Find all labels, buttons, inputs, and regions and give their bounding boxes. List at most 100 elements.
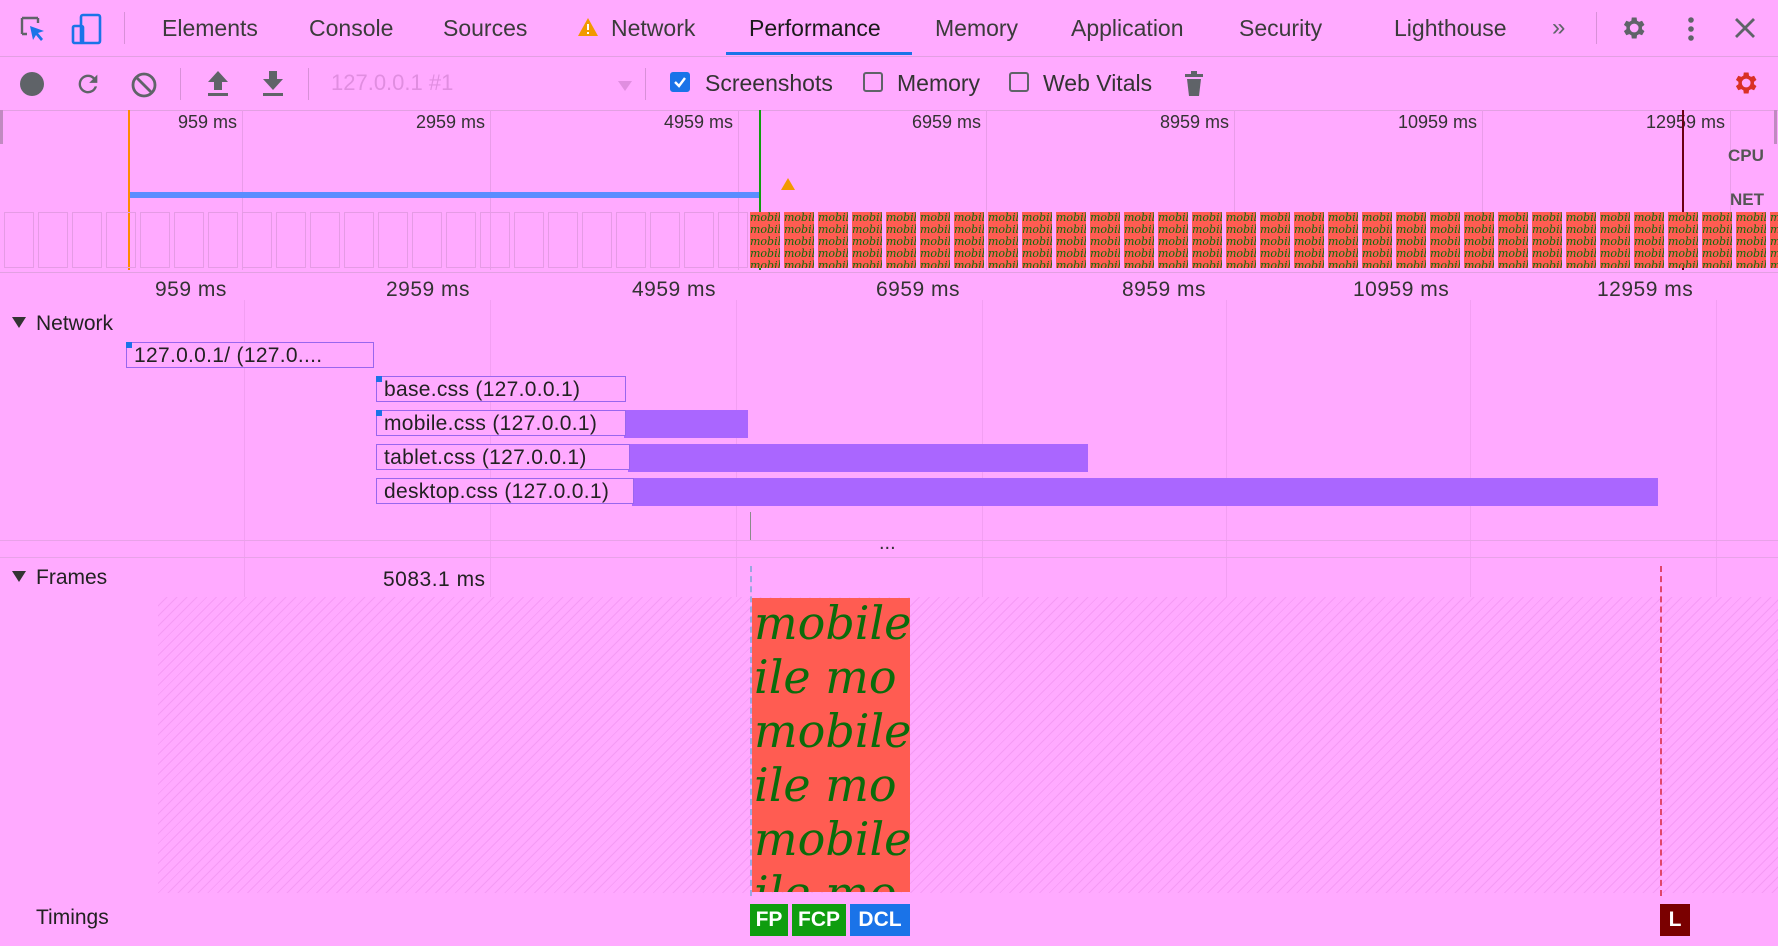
filmstrip-thumbnail[interactable]: mobilemobilemobilemobilemobile (1566, 212, 1596, 268)
filmstrip-thumbnail-text: mobile (818, 235, 848, 248)
filmstrip-thumbnail[interactable]: mobilemobilemobilemobilemobile (1668, 212, 1698, 268)
filmstrip-thumbnail[interactable]: mobilemobilemobilemobilemobile (886, 212, 916, 268)
overview-scrollbar-left[interactable] (0, 110, 3, 144)
network-request-row[interactable]: base.css (127.0.0.1) (376, 376, 626, 404)
screenshots-checkbox[interactable] (670, 72, 690, 92)
load-dashed-line (1660, 566, 1662, 896)
filmstrip-thumbnail-text: mobile (1736, 259, 1766, 268)
web-vitals-label: Web Vitals (1043, 70, 1153, 96)
tab-performance[interactable]: Performance (749, 0, 881, 54)
filmstrip-thumbnail[interactable]: mobilemobilemobilemobilemobile (852, 212, 882, 268)
delete-trash-icon[interactable] (1182, 68, 1206, 103)
filmstrip-thumbnail[interactable]: mobilemobilemobilemobilemobile (1736, 212, 1766, 268)
tab-network[interactable]: Network (611, 0, 695, 54)
filmstrip-thumbnail[interactable]: mobilemobilemobilemobilemobile (1362, 212, 1392, 268)
filmstrip-thumbnail[interactable]: mobilemobilemobilemobilemobile (1634, 212, 1664, 268)
filmstrip-thumbnail[interactable]: mobilemobilemobilemobilemobile (1770, 212, 1778, 268)
filmstrip-thumbnail[interactable]: mobilemobilemobilemobilemobile (1498, 212, 1528, 268)
filmstrip-thumbnail-text: mobile (784, 259, 814, 268)
filmstrip-thumbnail[interactable]: mobilemobilemobilemobilemobile (818, 212, 848, 268)
filmstrip-thumbnail-text: mobile (818, 259, 848, 268)
timing-marker-fp[interactable]: FP (750, 904, 788, 936)
capture-settings-gear-icon[interactable] (1730, 68, 1760, 103)
network-request-row[interactable]: tablet.css (127.0.0.1) (376, 444, 1088, 472)
filmstrip[interactable]: mobilemobilemobilemobilemobilemobilemobi… (0, 210, 1778, 270)
tab-console[interactable]: Console (309, 0, 393, 54)
filmstrip-thumbnail-text: mobile (1634, 235, 1664, 248)
filmstrip-thumbnail[interactable]: mobilemobilemobilemobilemobile (1056, 212, 1086, 268)
filmstrip-thumbnail-text: mobile (886, 212, 916, 224)
filmstrip-thumbnail[interactable]: mobilemobilemobilemobilemobile (920, 212, 950, 268)
more-dots-text[interactable]: ... (879, 532, 896, 555)
filmstrip-thumbnail[interactable]: mobilemobilemobilemobilemobile (1532, 212, 1562, 268)
filmstrip-thumbnail[interactable]: mobilemobilemobilemobilemobile (1702, 212, 1732, 268)
frames-section-header[interactable]: Frames (12, 566, 107, 590)
settings-gear-icon[interactable] (1618, 13, 1648, 48)
network-request-row[interactable]: 127.0.0.1/ (127.0.... (126, 342, 374, 370)
filmstrip-thumbnail-text: mobile (1736, 247, 1766, 260)
timing-marker-fcp[interactable]: FCP (792, 904, 846, 936)
tab-memory[interactable]: Memory (935, 0, 1018, 54)
filmstrip-thumbnail[interactable]: mobilemobilemobilemobilemobile (1260, 212, 1290, 268)
timings-section-title[interactable]: Timings (36, 906, 109, 930)
close-icon[interactable] (1733, 16, 1757, 45)
filmstrip-thumbnail-text: mobile (1464, 259, 1494, 268)
network-section-header[interactable]: Network (12, 312, 113, 336)
overview-scrollbar-right[interactable] (1774, 110, 1777, 144)
filmstrip-thumbnail-text: mobile (1328, 259, 1358, 268)
tab-application[interactable]: Application (1071, 0, 1184, 54)
filmstrip-thumbnail[interactable]: mobilemobilemobilemobilemobile (1192, 212, 1222, 268)
idle-frame-region[interactable] (158, 597, 1778, 893)
profile-select[interactable]: 127.0.0.1 #1 (331, 70, 453, 96)
tab-sources[interactable]: Sources (443, 0, 527, 54)
filmstrip-thumbnail[interactable]: mobilemobilemobilemobilemobile (1396, 212, 1426, 268)
device-toolbar-icon[interactable] (70, 12, 104, 46)
filmstrip-thumbnail[interactable]: mobilemobilemobilemobilemobile (1600, 212, 1630, 268)
filmstrip-thumbnail-text: mobile (886, 223, 916, 236)
filmstrip-thumbnail[interactable]: mobilemobilemobilemobilemobile (1430, 212, 1460, 268)
network-request-row[interactable]: mobile.css (127.0.0.1) (376, 410, 748, 438)
filmstrip-thumbnail[interactable]: mobilemobilemobilemobilemobile (784, 212, 814, 268)
filmstrip-thumbnail-text: mobile (1090, 212, 1120, 224)
filmstrip-thumbnail[interactable]: mobilemobilemobilemobilemobile (954, 212, 984, 268)
filmstrip-thumbnail-text: mobile (784, 223, 814, 236)
filmstrip-thumbnail[interactable]: mobilemobilemobilemobilemobile (1226, 212, 1256, 268)
filmstrip-thumbnail-text: mobile (1396, 259, 1426, 268)
tab-elements[interactable]: Elements (162, 0, 258, 54)
filmstrip-thumbnail-text: mobile (1464, 223, 1494, 236)
filmstrip-thumbnail[interactable]: mobilemobilemobilemobilemobile (750, 212, 780, 268)
reload-icon[interactable] (74, 70, 102, 103)
network-request-row[interactable]: desktop.css (127.0.0.1) (376, 478, 1658, 506)
more-tabs-chevron-icon[interactable]: » (1552, 14, 1565, 42)
filmstrip-empty-frame (4, 212, 34, 268)
download-icon[interactable] (259, 68, 287, 103)
filmstrip-thumbnail[interactable]: mobilemobilemobilemobilemobile (1158, 212, 1188, 268)
filmstrip-thumbnail-text: mobile (1736, 235, 1766, 248)
timing-marker-load[interactable]: L (1660, 904, 1690, 936)
frame-screenshot[interactable]: mobile ile mo mobile ile mo mobile ile m… (752, 598, 910, 892)
filmstrip-thumbnail-text: mobile (1158, 212, 1188, 224)
inspect-element-icon[interactable] (18, 14, 48, 44)
tab-lighthouse[interactable]: Lighthouse (1394, 0, 1507, 54)
kebab-menu-icon[interactable] (1684, 14, 1698, 49)
tab-security[interactable]: Security (1239, 0, 1322, 54)
filmstrip-thumbnail[interactable]: mobilemobilemobilemobilemobile (1328, 212, 1358, 268)
record-icon[interactable] (19, 71, 45, 102)
filmstrip-thumbnail[interactable]: mobilemobilemobilemobilemobile (1090, 212, 1120, 268)
chevron-down-icon[interactable] (618, 78, 632, 96)
filmstrip-thumbnail[interactable]: mobilemobilemobilemobilemobile (1022, 212, 1052, 268)
filmstrip-thumbnail[interactable]: mobilemobilemobilemobilemobile (1464, 212, 1494, 268)
filmstrip-thumbnail-text: mobile (1158, 259, 1188, 268)
upload-icon[interactable] (204, 68, 232, 103)
memory-checkbox[interactable] (863, 72, 883, 92)
filmstrip-thumbnail[interactable]: mobilemobilemobilemobilemobile (1294, 212, 1324, 268)
timing-marker-dcl[interactable]: DCL (850, 904, 910, 936)
clear-icon[interactable] (130, 71, 158, 104)
filmstrip-thumbnail-text: mobile (1566, 247, 1596, 260)
filmstrip-thumbnail-text: mobile (1702, 212, 1732, 224)
filmstrip-thumbnail-text: mobile (1736, 212, 1766, 224)
filmstrip-thumbnail[interactable]: mobilemobilemobilemobilemobile (1124, 212, 1154, 268)
web-vitals-checkbox[interactable] (1009, 72, 1029, 92)
filmstrip-thumbnail[interactable]: mobilemobilemobilemobilemobile (988, 212, 1018, 268)
filmstrip-thumbnail-text: mobile (1260, 247, 1290, 260)
